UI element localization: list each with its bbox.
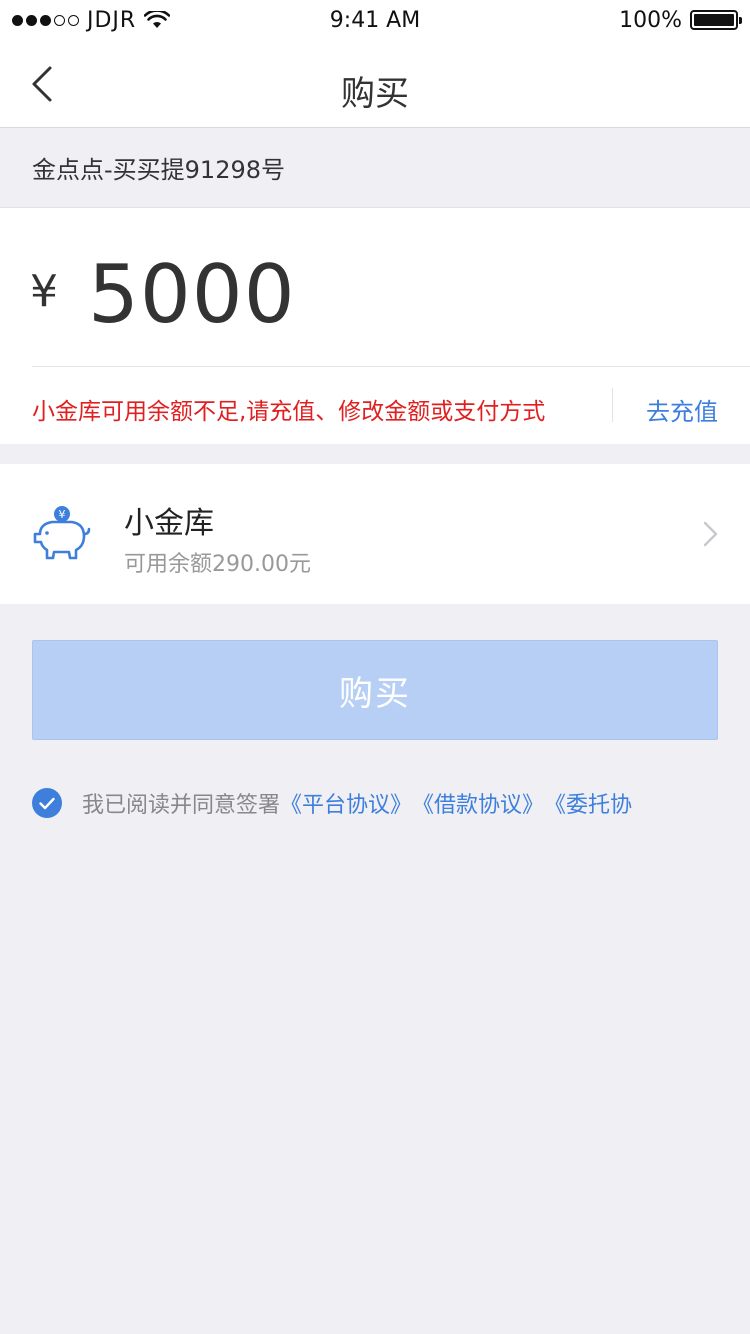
currency-symbol: ¥ (30, 266, 58, 317)
recharge-link[interactable]: 去充值 (646, 392, 718, 427)
agreement-prefix: 我已阅读并同意签署 (82, 793, 281, 818)
checkbox-checked-icon[interactable] (32, 788, 62, 818)
insufficient-balance-warning: 小金库可用余额不足,请充值、修改金额或支付方式 (32, 399, 546, 425)
buy-button[interactable]: 购买 (32, 640, 718, 740)
page-title: 购买 (341, 74, 409, 114)
nav-bar: 购买 (0, 40, 750, 128)
loan-agreement-link[interactable]: 《借款协议》 (412, 787, 544, 819)
vertical-separator (612, 388, 613, 422)
svg-text:¥: ¥ (59, 508, 66, 521)
payment-method-row[interactable]: ¥ 小金库 可用余额290.00元 (0, 464, 750, 604)
battery-percent: 100% (619, 7, 682, 33)
entrustment-agreement-link[interactable]: 《委托协 (544, 787, 632, 819)
platform-agreement-link[interactable]: 《平台协议》 (280, 787, 412, 819)
status-bar: JDJR 9:41 AM 100% (0, 0, 750, 40)
agreement-row: 我已阅读并同意签署 《平台协议》 《借款协议》 《委托协 (32, 786, 750, 820)
product-name: 金点点-买买提91298号 (32, 156, 286, 184)
piggy-bank-icon: ¥ (33, 506, 91, 560)
battery-fill (694, 14, 734, 26)
payment-method-name: 小金库 (124, 506, 214, 541)
amount-input[interactable]: 5000 (88, 248, 296, 341)
amount-divider (32, 366, 750, 367)
product-name-strip: 金点点-买买提91298号 (0, 128, 750, 208)
payment-method-balance: 可用余额290.00元 (124, 552, 311, 577)
amount-card: ¥ 5000 小金库可用余额不足,请充值、修改金额或支付方式 去充值 (0, 208, 750, 444)
chevron-right-icon (703, 521, 718, 547)
battery-icon (690, 10, 742, 30)
status-right: 100% (619, 7, 742, 33)
